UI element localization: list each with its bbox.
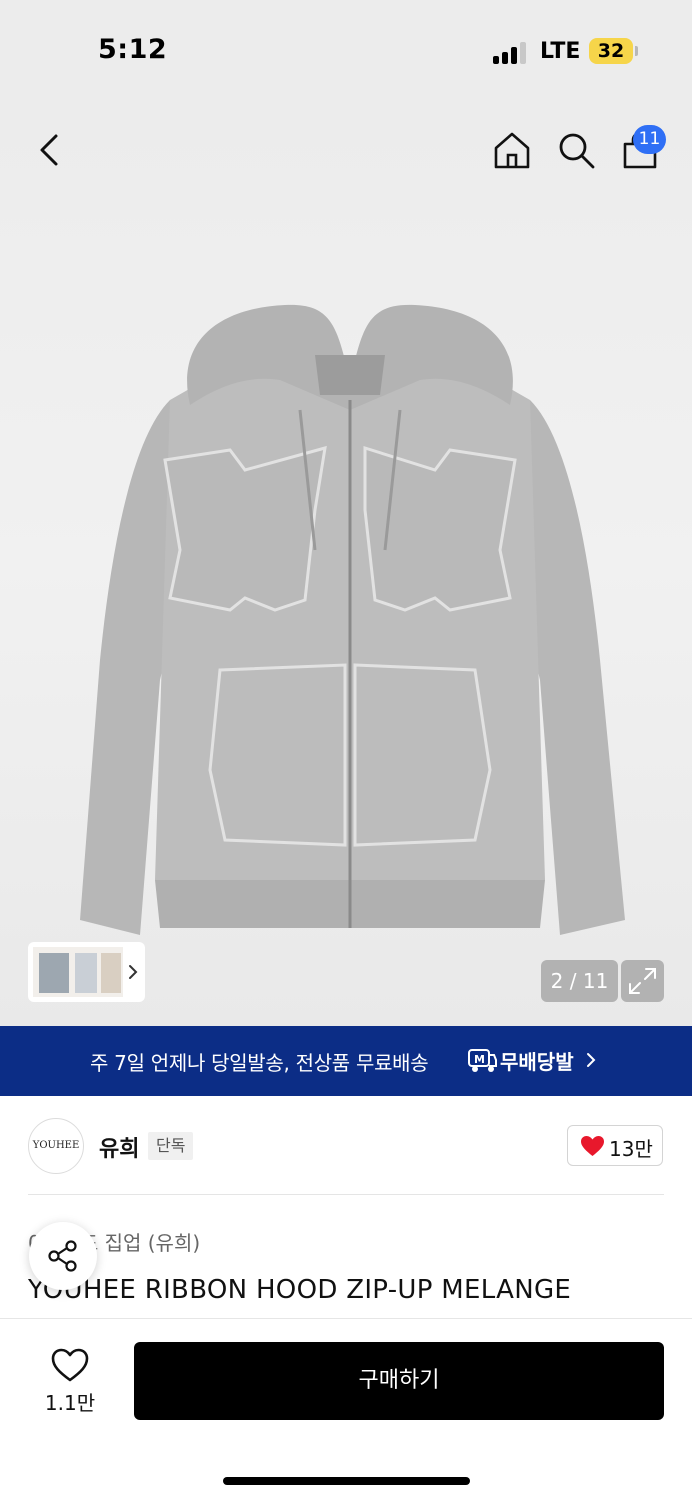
signal-icon (493, 40, 527, 64)
promo-text: 주 7일 언제나 당일발송, 전상품 무료배송 (90, 1051, 429, 1075)
heart-outline-icon[interactable] (50, 1347, 90, 1383)
wish-count: 1.1만 (44, 1391, 96, 1415)
exclusive-badge: 단독 (148, 1132, 194, 1160)
svg-text:M: M (474, 1053, 485, 1066)
cart-count-badge: 11 (633, 125, 666, 154)
promo-brand: 무배당발 (500, 1050, 574, 1074)
home-icon[interactable] (492, 130, 532, 170)
brand-name[interactable]: 유희 (99, 1131, 139, 1163)
promo-banner[interactable]: 주 7일 언제나 당일발송, 전상품 무료배송 M 무배당발 (0, 1026, 692, 1096)
expand-button[interactable] (621, 960, 664, 1002)
bottom-action-bar: 1.1만 구매하기 (0, 1318, 692, 1500)
truck-icon: M (468, 1049, 497, 1072)
divider (28, 1194, 664, 1195)
brand-like-button[interactable]: 13만 (567, 1125, 663, 1166)
product-title: YOUHEE RIBBON HOOD ZIP-UP MELANGE (28, 1275, 572, 1305)
battery-icon: 32 (589, 38, 633, 64)
chevron-right-icon (129, 965, 138, 979)
battery-tip (635, 46, 638, 56)
chevron-right-icon (587, 1053, 596, 1067)
product-image (80, 304, 625, 935)
thumbnail-strip[interactable] (28, 942, 145, 1002)
home-indicator (223, 1477, 470, 1485)
chevron-left-icon[interactable] (30, 130, 70, 170)
expand-icon (629, 968, 656, 994)
network-label: LTE (540, 39, 581, 64)
product-gallery[interactable]: 11 2 / 11 (0, 100, 692, 1026)
buy-button[interactable]: 구매하기 (134, 1342, 664, 1420)
brand-like-count: 13만 (609, 1137, 653, 1161)
search-icon[interactable] (556, 130, 596, 170)
share-button[interactable] (29, 1222, 97, 1290)
image-counter: 2 / 11 (541, 960, 618, 1002)
brand-logo[interactable]: YOUHEE (28, 1118, 84, 1174)
status-time: 5:12 (98, 34, 168, 65)
thumbnail-image (33, 947, 123, 997)
status-bar: 5:12 LTE 32 (0, 0, 692, 100)
share-icon (48, 1240, 77, 1272)
heart-filled-icon (581, 1136, 604, 1156)
